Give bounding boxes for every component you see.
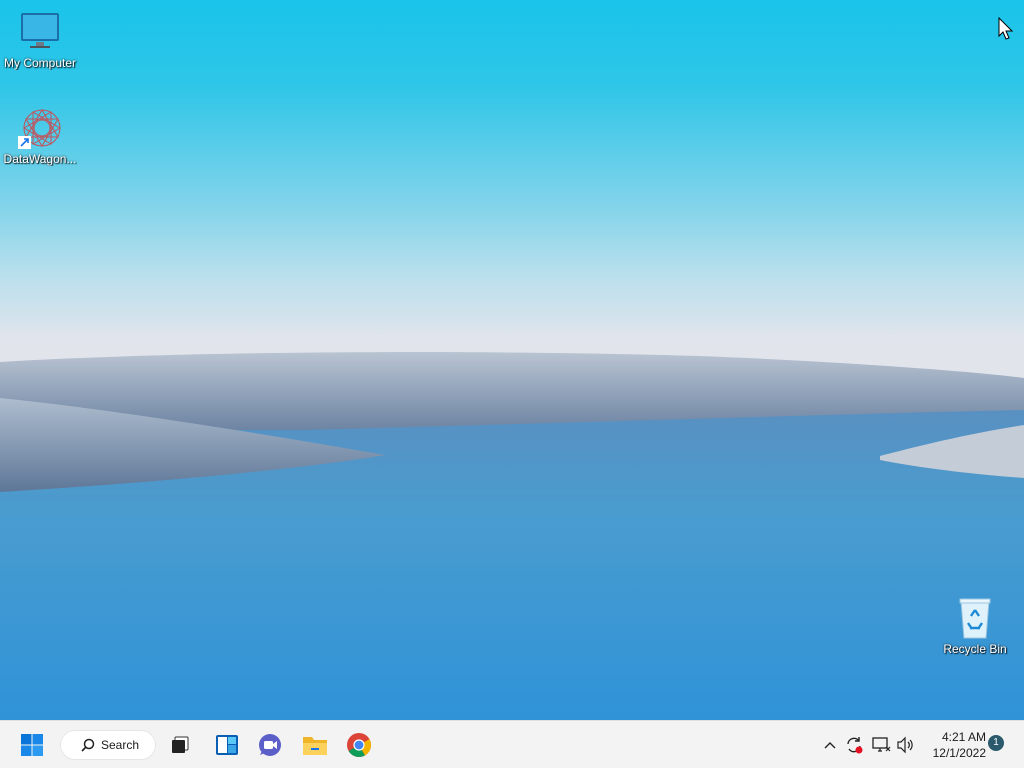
task-view-icon bbox=[172, 736, 189, 753]
clock-time: 4:21 AM bbox=[941, 730, 986, 744]
file-explorer-icon bbox=[303, 737, 327, 755]
sync-icon bbox=[847, 737, 863, 754]
datawagon-shortcut-icon bbox=[18, 109, 61, 149]
taskbar-search-box[interactable]: Search bbox=[60, 730, 156, 760]
desktop-icon-my-computer[interactable]: My Computer bbox=[0, 10, 80, 70]
desktop: My Computer DataWagon... Recycle Bin bbox=[0, 0, 1024, 720]
desktop-icon-recycle-bin[interactable]: Recycle Bin bbox=[935, 596, 1015, 656]
taskbar-clock[interactable]: 4:21 AM 12/1/2022 bbox=[924, 729, 986, 761]
search-label: Search bbox=[101, 738, 140, 752]
show-hidden-icons-button[interactable] bbox=[820, 735, 840, 755]
wallpaper bbox=[0, 352, 1024, 720]
file-explorer-button[interactable] bbox=[299, 729, 331, 761]
clock-date: 12/1/2022 bbox=[932, 746, 986, 760]
volume-icon bbox=[897, 736, 913, 754]
notification-badge[interactable]: 1 bbox=[988, 735, 1004, 751]
start-icon bbox=[21, 734, 43, 756]
desktop-icon-label: Recycle Bin bbox=[943, 642, 1007, 656]
chevron-up-icon bbox=[824, 742, 836, 749]
start-button[interactable] bbox=[16, 729, 48, 761]
widgets-button[interactable] bbox=[211, 729, 243, 761]
task-view-button[interactable] bbox=[164, 729, 196, 761]
volume-tray-button[interactable] bbox=[896, 735, 916, 755]
taskbar: Search 4:21 AM 12/1/2022 bbox=[0, 720, 1024, 768]
monitor-icon bbox=[21, 13, 59, 48]
recycle-bin-icon bbox=[959, 598, 991, 639]
mouse-pointer-icon bbox=[998, 17, 1014, 40]
search-icon bbox=[81, 738, 95, 752]
desktop-icon-label: DataWagon... bbox=[3, 152, 77, 166]
sync-tray-button[interactable] bbox=[844, 735, 864, 755]
network-tray-button[interactable] bbox=[871, 735, 891, 755]
widgets-icon bbox=[216, 735, 238, 755]
chrome-icon bbox=[347, 733, 371, 758]
chrome-button[interactable] bbox=[343, 729, 375, 761]
chat-button[interactable] bbox=[254, 729, 286, 761]
network-icon bbox=[872, 737, 891, 752]
desktop-icon-label: My Computer bbox=[3, 56, 77, 70]
chat-icon bbox=[259, 734, 281, 756]
desktop-icon-datawagon[interactable]: DataWagon... bbox=[0, 106, 80, 166]
